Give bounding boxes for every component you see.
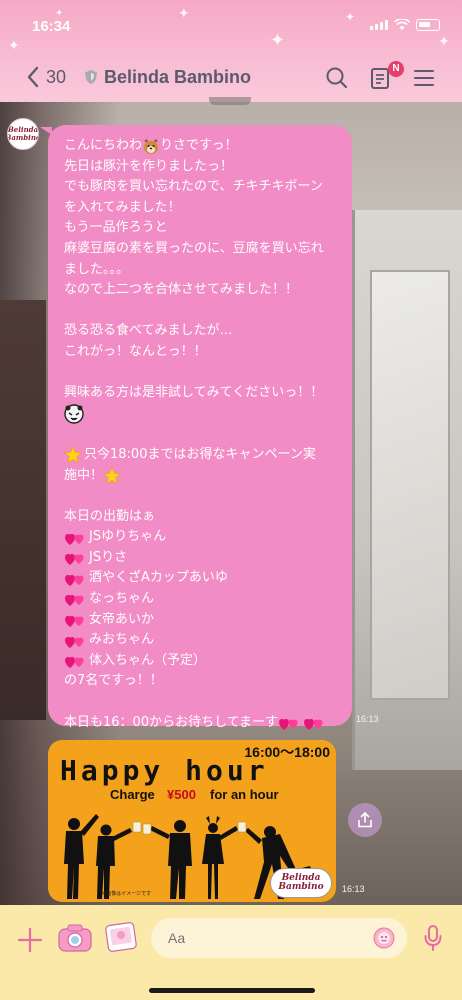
message-bubble[interactable]: こんにちわわ りさですっ！ 先日は豚汁を作りましたっ！ でも豚肉を買い忘れたので… — [48, 125, 352, 730]
image-title: Happy hour — [60, 754, 269, 787]
message-line: を入れてみました！ — [64, 199, 181, 215]
campaign-line: 施中！ — [64, 466, 340, 487]
message-line: 麻婆豆腐の素を買ったのに、豆腐を買い忘れ — [64, 240, 324, 256]
sparkle-icon: ✦ — [345, 10, 356, 24]
message-timestamp: 16:13 — [356, 714, 379, 724]
heart-icon — [65, 574, 84, 586]
back-chevron-icon[interactable] — [26, 66, 40, 88]
image-price: ¥500 — [167, 787, 196, 802]
bear-face-icon — [64, 404, 84, 424]
sender-avatar[interactable]: Belinda Bambino — [7, 118, 39, 150]
photo-sticker-icon[interactable] — [104, 921, 138, 953]
shield-icon — [85, 70, 97, 84]
date-chip — [209, 97, 251, 105]
nav-bar: 30 Belinda Bambino N — [0, 58, 462, 98]
heart-icon — [65, 615, 84, 627]
plus-icon[interactable] — [17, 927, 43, 953]
share-icon — [358, 812, 372, 828]
message-line: 恐る恐る食べてみましたが… — [64, 323, 233, 339]
notes-badge: N — [388, 61, 404, 77]
closing-line: 本日も16：00からお待ちしてまーす — [64, 713, 340, 734]
message-line: ました。。。 — [64, 261, 130, 277]
back-count[interactable]: 30 — [46, 67, 66, 88]
heart-icon — [304, 718, 323, 730]
roster-item: 酒やくざAカップあいゆ — [64, 568, 340, 589]
message-line: なので上二つを合体させてみました！！ — [64, 282, 299, 298]
signal-icon — [370, 20, 388, 30]
mic-icon[interactable] — [424, 925, 442, 951]
heart-icon — [279, 718, 298, 730]
roster-item: なっちゃん — [64, 589, 340, 610]
message-line — [64, 404, 340, 425]
message-line: 先日は豚汁を作りましたっ！ — [64, 158, 234, 174]
message-line: もう一品作ろうと — [64, 220, 168, 236]
star-icon — [64, 446, 82, 464]
avatar-logo: Belinda Bambino — [7, 125, 39, 142]
chat-header: ✦ ✦ ✦ ✦ ✦ ✦ 16:34 30 Belinda Bambino N — [0, 0, 462, 102]
status-time: 16:34 — [32, 18, 71, 35]
image-charge-label: Charge — [110, 787, 155, 802]
heart-icon — [65, 595, 84, 607]
heart-icon — [65, 533, 84, 545]
background-shelf — [0, 300, 46, 720]
sparkle-icon: ✦ — [270, 30, 286, 51]
sparkle-icon: ✦ — [178, 6, 190, 22]
roster-item: 女帝あいか — [64, 610, 340, 631]
roster-item: JSりさ — [64, 548, 340, 569]
input-bar — [0, 905, 462, 1000]
image-for-hour: for an hour — [210, 787, 279, 802]
wifi-icon — [394, 19, 410, 30]
roster-item: みおちゃん — [64, 630, 340, 651]
search-icon[interactable] — [325, 66, 349, 90]
image-note: ※画像はイメージです — [102, 891, 152, 897]
happy-hour-image[interactable]: 16:00～18:00 Happy hour Charge ¥500 for a… — [48, 740, 336, 902]
message-line: これがっ！なんとっ！！ — [64, 343, 207, 359]
message-line: でも豚肉を買い忘れたので、チキチキボーン — [64, 179, 323, 195]
image-timestamp: 16:13 — [342, 884, 365, 894]
battery-icon — [416, 19, 440, 31]
message-input[interactable] — [151, 918, 407, 958]
message-line: 興味ある方は是非試してみてくださいっ！！ — [64, 385, 324, 401]
roster-item: 体入ちゃん（予定） — [64, 651, 340, 672]
status-icons — [370, 19, 440, 31]
image-logo: Belinda Bambino — [270, 868, 332, 898]
home-indicator — [149, 988, 315, 993]
roster-total: の7名ですっ！！ — [64, 673, 163, 689]
sparkle-icon: ✦ — [438, 34, 450, 50]
heart-icon — [65, 554, 84, 566]
camera-sticker-icon[interactable] — [57, 923, 93, 953]
heart-icon — [65, 636, 84, 648]
emoji-icon[interactable] — [373, 927, 395, 949]
background-door-pane — [370, 270, 450, 700]
sparkle-icon: ✦ — [8, 38, 20, 54]
chat-title[interactable]: Belinda Bambino — [104, 67, 251, 88]
dog-face-icon — [144, 138, 159, 154]
message-line: こんにちわわ りさですっ！ — [64, 138, 238, 154]
share-button[interactable] — [348, 803, 382, 837]
heart-icon — [65, 657, 84, 669]
roster-item: JSゆりちゃん — [64, 527, 340, 548]
menu-icon[interactable] — [414, 69, 434, 87]
roster-intro: 本日の出勤はぁ — [64, 508, 156, 524]
campaign-line: 只今18:00まではお得なキャンペーン実 — [64, 445, 340, 466]
star-icon — [103, 466, 121, 484]
